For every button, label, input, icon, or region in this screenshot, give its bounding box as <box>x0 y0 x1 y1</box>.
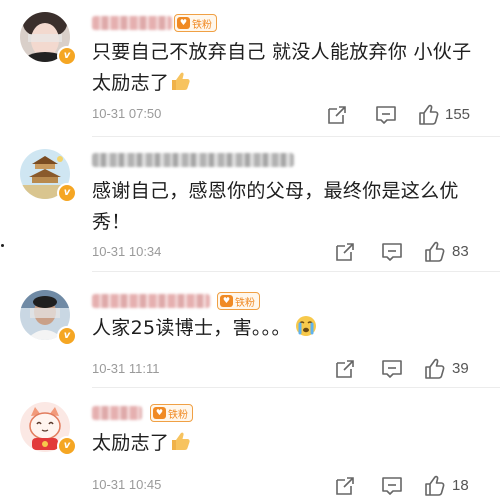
comment-item: v ♥ 铁粉 太励志了 10-31 10:45 18 <box>0 388 500 499</box>
comment-icon[interactable] <box>375 104 397 126</box>
fans-heart-icon: ♥ <box>177 17 190 29</box>
verified-badge: v <box>57 46 77 66</box>
comment-text: 只要自己不放弃自己 就没人能放弃你 小伙子太励志了 <box>92 37 487 99</box>
username-blurred[interactable] <box>92 294 210 308</box>
comment-icon[interactable] <box>381 475 403 497</box>
share-icon[interactable] <box>334 475 356 497</box>
comment-actions: 39 <box>240 358 500 380</box>
comment-item: v ♥ 铁粉 只要自己不放弃自己 就没人能放弃你 小伙子太励志了 10-31 0… <box>0 0 500 125</box>
comment-text: 感谢自己，感恩你的父母，最终你是这么优秀！ <box>92 176 487 238</box>
comment-text-body: 只要自己不放弃自己 就没人能放弃你 小伙子太励志了 <box>92 41 472 94</box>
verified-badge: v <box>57 326 77 346</box>
thumbs-up-icon[interactable] <box>424 358 446 380</box>
thumbs-up-icon[interactable] <box>424 475 446 497</box>
comment-text: 太励志了 <box>92 428 487 459</box>
username-blurred[interactable] <box>92 16 172 30</box>
like-count: 18 <box>452 477 469 494</box>
comment-text-body: 感谢自己，感恩你的父母，最终你是这么优秀！ <box>92 180 459 233</box>
edge-dot <box>1 244 4 247</box>
thumbs-up-emoji <box>172 72 190 90</box>
comment-item: v ♥ 铁粉 人家25读博士，害。。。 10-31 11:11 39 <box>0 272 500 386</box>
comment-actions: 155 <box>240 104 500 126</box>
comment-text-body: 人家25读博士，害。。。 <box>92 317 291 339</box>
comment-feed: { "comments": [ { "fans_label": "铁粉", "t… <box>0 0 500 499</box>
comment-text: 人家25读博士，害。。。 <box>92 313 487 344</box>
share-icon[interactable] <box>334 241 356 263</box>
like-count: 39 <box>452 360 469 377</box>
comment-icon[interactable] <box>381 241 403 263</box>
thumbs-up-emoji <box>172 432 190 450</box>
comment-actions: 18 <box>240 475 500 497</box>
username-blurred[interactable] <box>92 406 142 420</box>
fans-heart-icon: ♥ <box>220 295 233 307</box>
comment-time: 10-31 10:34 <box>92 244 162 259</box>
thumbs-up-icon[interactable] <box>424 241 446 263</box>
fans-badge: ♥ 铁粉 <box>150 404 193 422</box>
fans-badge-label: 铁粉 <box>168 409 188 421</box>
comment-item: v 感谢自己，感恩你的父母，最终你是这么优秀！ 10-31 10:34 83 <box>0 137 500 267</box>
comment-text-body: 太励志了 <box>92 432 170 454</box>
share-icon[interactable] <box>326 104 348 126</box>
fans-badge: ♥ 铁粉 <box>217 292 260 310</box>
fans-heart-icon: ♥ <box>153 407 166 419</box>
like-count: 83 <box>452 243 469 260</box>
username-blurred[interactable] <box>92 153 294 167</box>
fans-badge: ♥ 铁粉 <box>174 14 217 32</box>
like-count: 155 <box>445 106 471 123</box>
comment-icon[interactable] <box>381 358 403 380</box>
comment-time: 10-31 07:50 <box>92 106 162 121</box>
fans-badge-label: 铁粉 <box>192 19 212 31</box>
comment-time: 10-31 11:11 <box>92 361 160 376</box>
verified-badge: v <box>57 436 77 456</box>
verified-badge: v <box>57 183 77 203</box>
fans-badge-label: 铁粉 <box>235 297 255 309</box>
share-icon[interactable] <box>334 358 356 380</box>
comment-actions: 83 <box>240 241 500 263</box>
comment-time: 10-31 10:45 <box>92 477 162 492</box>
crying-emoji <box>295 316 316 336</box>
thumbs-up-icon[interactable] <box>418 104 440 126</box>
